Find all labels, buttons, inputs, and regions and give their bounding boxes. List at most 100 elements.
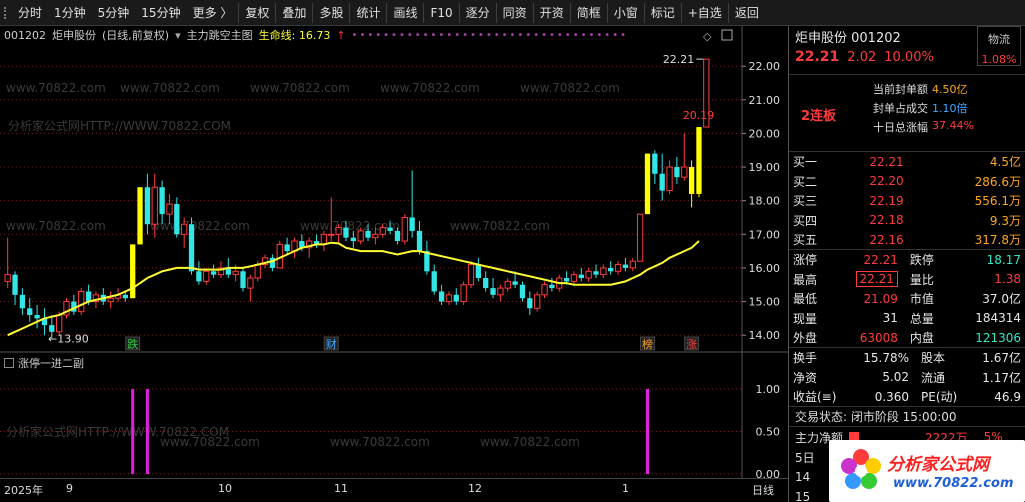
watermark-text: www.70822.com <box>250 81 350 95</box>
flower-logo-icon <box>841 449 881 489</box>
event-tag: 涨 <box>686 338 697 351</box>
toolbar-item-4[interactable]: 更多 〉 <box>187 0 239 26</box>
toolbar: 分时 1分钟 5分钟 15分钟 更多 〉复权 叠加 多股 统计 画线 F10 逐分 同资 开资 简框 小窗标… <box>0 0 1025 26</box>
candle-body <box>379 227 386 235</box>
stat-label: 外盘 <box>793 331 818 345</box>
stock-code: 001202 <box>4 28 46 42</box>
candle-body <box>490 288 496 295</box>
cut-label-2: 15 <box>795 490 811 502</box>
candle-body <box>681 166 688 178</box>
candle-body <box>593 271 599 275</box>
candle-body <box>19 294 26 309</box>
candle-body <box>585 270 592 279</box>
period-button[interactable]: 日线 <box>752 482 774 498</box>
stat-value: 18.17 <box>986 252 1021 267</box>
fund-value: 46.9 <box>994 389 1021 404</box>
toolbar-item-7[interactable]: 多股 <box>313 0 349 26</box>
order-book-row[interactable]: 买一 22.21 4.5亿 <box>789 152 1025 172</box>
sub-y-tick-label: 1.00 <box>756 383 781 396</box>
seal-value: 1.10倍 <box>932 102 968 115</box>
bid-price: 22.21 <box>869 154 904 169</box>
site-logo: 分析家公式网 www.70822.com <box>829 440 1025 502</box>
candle-body <box>343 227 349 238</box>
x-axis: 2025年 9 10 11 12 1 日线 <box>0 478 788 502</box>
toolbar-item-11[interactable]: 逐分 <box>460 0 496 26</box>
toolbar-item-15[interactable]: 小窗 <box>608 0 644 26</box>
candle-body <box>122 294 128 299</box>
bid-price: 22.16 <box>869 232 904 247</box>
watermark-text: www.70822.com <box>150 219 250 233</box>
candle-body <box>608 267 614 272</box>
price-change: 2.02 <box>847 49 877 65</box>
x-label-year: 2025年 <box>4 484 43 497</box>
order-book-row[interactable]: 买四 22.18 9.3万 <box>789 211 1025 231</box>
watermark-text: www.70822.com <box>6 81 106 95</box>
watermark-text: 分析家公式网HTTP://WWW.70822.COM <box>8 118 231 133</box>
stat-label: 量比 <box>909 272 934 287</box>
candle-body <box>335 227 342 235</box>
candle-body <box>78 290 85 313</box>
indicator-name[interactable]: 主力跳空主图 <box>187 27 253 43</box>
fund-row: 净资 5.02 流通 1.17亿 <box>789 368 1025 388</box>
kline-chart[interactable]: 22.00 21.00 20.00 19.00 18.00 17.00 16.00 15.00… <box>0 26 788 478</box>
toolbar-item-0[interactable]: 分时 <box>12 0 48 26</box>
candle-body <box>85 291 92 302</box>
toolbar-item-2[interactable]: 5分钟 <box>92 0 136 26</box>
toolbar-item-5[interactable]: 复权 <box>239 0 275 26</box>
indicator-dropdown-icon[interactable]: ▾ <box>175 29 181 42</box>
candle-body <box>549 284 555 289</box>
stat-value: 22.21 <box>855 271 898 288</box>
toolbar-item-1[interactable]: 1分钟 <box>48 0 92 26</box>
candle-body <box>666 166 673 192</box>
sub-chart-title[interactable]: 涨停一进二副 <box>18 355 84 371</box>
candle-body <box>401 216 408 242</box>
watermark-text: www.70822.com <box>160 435 260 449</box>
toolbar-item-12[interactable]: 同资 <box>497 0 533 26</box>
bid-level: 买三 <box>793 194 818 209</box>
five-day-label: 5日 <box>795 450 815 465</box>
candle-body <box>445 294 453 303</box>
toolbar-item-17[interactable]: +自选 <box>682 0 728 26</box>
fund-label: 收益(≡) <box>793 390 837 404</box>
candle-body <box>210 271 217 275</box>
candle-body <box>497 287 504 296</box>
candle-body <box>570 274 578 282</box>
event-tag: 榜 <box>642 337 653 351</box>
candle-body <box>460 284 467 303</box>
toolbar-item-10[interactable]: F10 <box>424 0 458 26</box>
bid-price: 22.20 <box>869 174 904 189</box>
toolbar-item-3[interactable]: 15分钟 <box>135 0 186 26</box>
toolbar-item-14[interactable]: 简框 <box>571 0 607 26</box>
y-tick-label: 22.00 <box>749 60 781 73</box>
toolbar-item-8[interactable]: 统计 <box>350 0 386 26</box>
sector-badge[interactable]: 物流 1.08% <box>977 26 1021 66</box>
order-book-row[interactable]: 买五 22.16 317.8万 <box>789 230 1025 250</box>
lifeline-label: 生命线: 16.73 <box>258 29 331 42</box>
toolbar-item-16[interactable]: 标记 <box>645 0 681 26</box>
stat-label: 内盘 <box>909 331 934 345</box>
chart-mode[interactable]: (日线,前复权) <box>102 27 169 43</box>
lifeline-series <box>7 240 700 337</box>
seal-value: 4.50亿 <box>932 83 968 96</box>
candle-body <box>34 315 40 319</box>
sub-chart-toggle-icon[interactable] <box>4 358 14 368</box>
kline-chart-area[interactable]: 22.00 21.00 20.00 19.00 18.00 17.00 16.00 15.00… <box>0 26 788 502</box>
toolbar-item-9[interactable]: 画线 <box>387 0 423 26</box>
candle-body <box>534 294 541 309</box>
toolbar-grip-icon[interactable] <box>0 0 12 26</box>
toolbar-item-18[interactable]: 返回 <box>729 0 765 26</box>
stat-value: 31 <box>882 311 898 326</box>
signal-bar <box>645 389 649 474</box>
fund-label: 净资 <box>793 370 818 385</box>
toolbar-item-6[interactable]: 叠加 <box>276 0 312 26</box>
toolbar-item-13[interactable]: 开资 <box>534 0 570 26</box>
candle-body <box>247 277 254 289</box>
order-book-row[interactable]: 买二 22.20 286.6万 <box>789 172 1025 192</box>
seal-row: 封单占成交 1.10倍 <box>873 100 968 116</box>
order-book-row[interactable]: 买三 22.19 556.1万 <box>789 191 1025 211</box>
chart-header: 001202 炬申股份 (日线,前复权) ▾ 主力跳空主图 生命线: 16.73… <box>0 26 740 44</box>
stat-value: 1.38 <box>994 272 1021 287</box>
candle-body <box>688 167 695 194</box>
sub-y-tick-label: 0.50 <box>756 426 781 439</box>
candle-body <box>622 264 629 268</box>
